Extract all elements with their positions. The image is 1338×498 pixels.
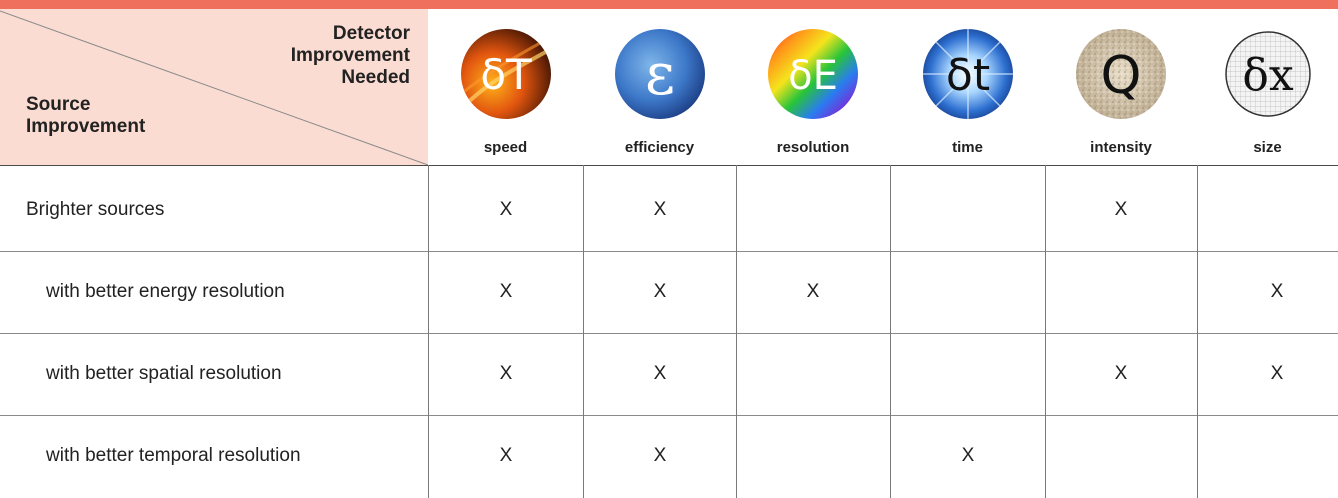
detector-improvement-heading: Detector Improvement Needed	[291, 23, 410, 89]
cell-mark: X	[806, 281, 820, 302]
column-label: efficiency	[624, 139, 695, 156]
column-label: time	[952, 139, 983, 156]
cell-mark: X	[653, 445, 667, 466]
cell-mark	[958, 169, 978, 251]
resolution-symbol: δE	[788, 53, 838, 99]
cell-mark: X	[653, 199, 667, 220]
detector-heading-line: Detector	[332, 23, 410, 44]
column-divider	[736, 165, 737, 498]
row-label-brighter-sources: Brighter sources	[26, 199, 165, 220]
column-header-size: δx size	[1197, 9, 1338, 165]
intensity-symbol: Q	[1101, 46, 1142, 106]
column-header-speed: δT speed	[428, 9, 583, 165]
cell-mark	[1111, 415, 1131, 497]
column-label: size	[1253, 139, 1282, 156]
header-rule	[0, 165, 1338, 166]
column-header-resolution: δE resolution	[736, 9, 890, 165]
cell-mark: X	[1270, 363, 1284, 384]
detector-heading-line: Improvement	[290, 45, 410, 66]
header-corner-cell: Detector Improvement Needed Source Impro…	[0, 9, 428, 165]
cell-mark: X	[1114, 199, 1128, 220]
column-header-intensity: Q intensity	[1045, 9, 1197, 165]
cell-mark: X	[499, 281, 513, 302]
efficiency-symbol: ε	[644, 40, 674, 108]
column-label: resolution	[776, 139, 850, 156]
column-divider	[1197, 165, 1198, 498]
source-heading-line: Improvement	[26, 116, 146, 137]
cell-mark	[803, 333, 823, 415]
row-label-energy-resolution: with better energy resolution	[46, 281, 285, 302]
cell-mark: X	[499, 445, 513, 466]
cell-mark	[803, 169, 823, 251]
cell-mark	[1267, 415, 1287, 497]
cell-mark	[803, 415, 823, 497]
column-divider	[428, 165, 429, 498]
column-header-time: δt time	[890, 9, 1045, 165]
cell-mark: X	[1114, 363, 1128, 384]
rainbow-icon: δE	[768, 29, 858, 119]
detector-heading-line: Needed	[341, 67, 410, 88]
cell-mark	[958, 333, 978, 415]
column-header-efficiency: ε efficiency	[583, 9, 736, 165]
column-divider	[890, 165, 891, 498]
row-label-spatial-resolution: with better spatial resolution	[46, 363, 282, 384]
source-improvement-heading: Source Improvement	[26, 94, 145, 138]
cell-mark: X	[653, 363, 667, 384]
grain-icon: Q	[1076, 29, 1166, 119]
cell-mark: X	[1270, 281, 1284, 302]
cell-mark	[1267, 169, 1287, 251]
burst-icon: δt	[922, 29, 1013, 119]
column-label: intensity	[1090, 139, 1152, 156]
cell-mark: X	[499, 199, 513, 220]
column-divider	[1045, 165, 1046, 498]
speed-symbol: δT	[480, 50, 532, 99]
cell-mark	[958, 251, 978, 333]
cell-mark: X	[499, 363, 513, 384]
column-divider	[583, 165, 584, 498]
source-heading-line: Source	[26, 94, 91, 115]
column-label: speed	[483, 139, 528, 156]
grid-icon: δx	[1224, 31, 1311, 117]
accent-bar	[0, 0, 1338, 9]
time-symbol: δt	[945, 50, 989, 101]
size-symbol: δx	[1242, 50, 1293, 101]
flame-icon: δT	[460, 29, 551, 119]
row-label-temporal-resolution: with better temporal resolution	[46, 445, 301, 466]
blue-sphere-icon: ε	[614, 29, 705, 119]
cell-mark: X	[653, 281, 667, 302]
cell-mark	[1111, 251, 1131, 333]
cell-mark: X	[961, 445, 975, 466]
